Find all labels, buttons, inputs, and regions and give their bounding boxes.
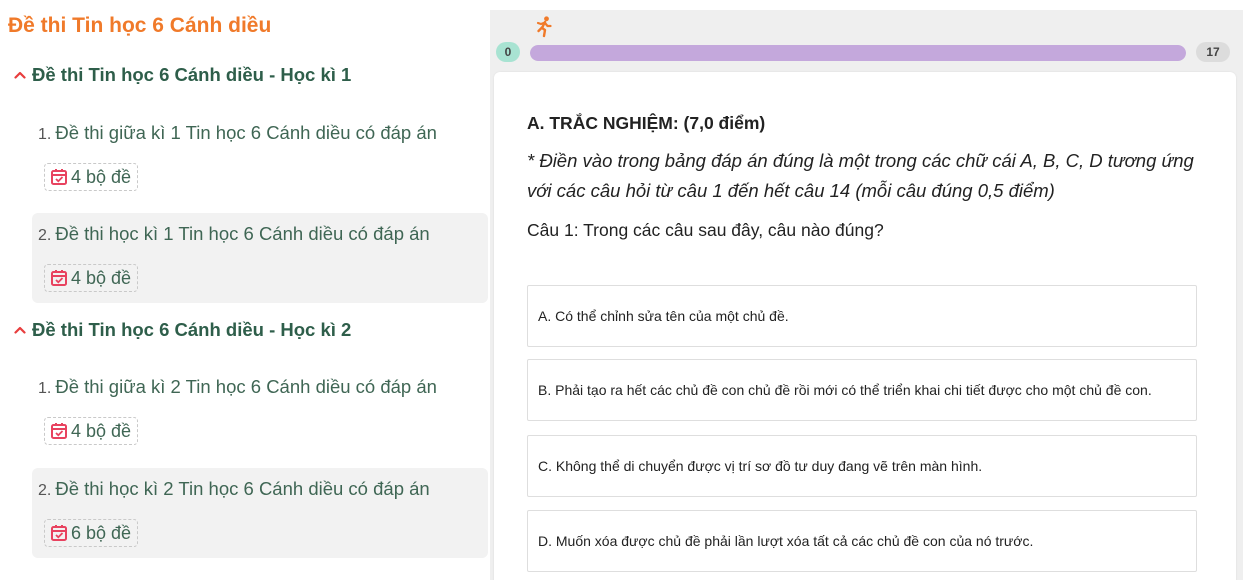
item-title: Đề thi học kì 1 Tin học 6 Cánh diều có đ… xyxy=(55,223,430,244)
page-title: Đề thi Tin học 6 Cánh diều xyxy=(8,14,272,37)
badge-label: 4 bộ đề xyxy=(71,166,132,187)
item-number: 2. xyxy=(38,482,52,499)
caret-up-icon[interactable] xyxy=(14,326,26,334)
calendar-check-icon xyxy=(51,423,67,439)
item-number: 1. xyxy=(38,380,52,397)
answer-option-a[interactable]: A. Có thể chỉnh sửa tên của một chủ đề. xyxy=(527,285,1197,347)
item-title: Đề thi học kì 2 Tin học 6 Cánh diều có đ… xyxy=(55,478,430,499)
exam-link[interactable]: 1. Đề thi giữa kì 1 Tin học 6 Cánh diều c… xyxy=(38,122,437,144)
progress-bar xyxy=(530,45,1186,61)
exam-link[interactable]: 2. Đề thi học kì 2 Tin học 6 Cánh diều có… xyxy=(38,478,430,500)
section-hk1-header[interactable]: Đề thi Tin học 6 Cánh diều - Học kì 1 xyxy=(14,64,351,86)
quiz-panel: 0 17 A. TRẮC NGHIỆM: (7,0 điểm) * Điền v… xyxy=(490,10,1243,580)
progress-start-badge: 0 xyxy=(496,42,520,62)
section-title: Đề thi Tin học 6 Cánh diều - Học kì 1 xyxy=(32,64,352,85)
exam-list-panel: Đề thi Tin học 6 Cánh diều Đề thi Tin họ… xyxy=(0,0,490,580)
caret-up-icon[interactable] xyxy=(14,71,26,79)
item-title: Đề thi giữa kì 1 Tin học 6 Cánh diều có … xyxy=(55,122,437,143)
badge-label: 6 bộ đề xyxy=(71,522,132,543)
list-item[interactable]: 1. Đề thi giữa kì 2 Tin học 6 Cánh diều c… xyxy=(32,366,488,456)
question-text: Câu 1: Trong các câu sau đây, câu nào đú… xyxy=(527,220,884,240)
exam-link[interactable]: 2. Đề thi học kì 1 Tin học 6 Cánh diều có… xyxy=(38,223,430,245)
instruction-text: * Điền vào trong bảng đáp án đúng là một… xyxy=(527,150,1194,201)
answer-option-d[interactable]: D. Muốn xóa được chủ đề phải lần lượt xó… xyxy=(527,510,1197,572)
list-item[interactable]: 2. Đề thi học kì 1 Tin học 6 Cánh diều có… xyxy=(32,213,488,303)
running-person-icon xyxy=(534,16,554,43)
exam-count-badge[interactable]: 6 bộ đề xyxy=(44,519,139,547)
badge-label: 4 bộ đề xyxy=(71,267,132,288)
section-hk2-header[interactable]: Đề thi Tin học 6 Cánh diều - Học kì 2 xyxy=(14,319,351,341)
item-title: Đề thi giữa kì 2 Tin học 6 Cánh diều có … xyxy=(55,376,437,397)
list-item[interactable]: 2. Đề thi học kì 2 Tin học 6 Cánh diều có… xyxy=(32,468,488,558)
progress-end-badge: 17 xyxy=(1196,42,1230,62)
item-number: 2. xyxy=(38,227,52,244)
answer-option-b[interactable]: B. Phải tạo ra hết các chủ đề con chủ đề… xyxy=(527,359,1197,421)
section-title: Đề thi Tin học 6 Cánh diều - Học kì 2 xyxy=(32,319,352,340)
section-heading: A. TRẮC NGHIỆM: (7,0 điểm) xyxy=(527,113,766,133)
exam-count-badge[interactable]: 4 bộ đề xyxy=(44,264,139,292)
calendar-check-icon xyxy=(51,270,67,286)
calendar-check-icon xyxy=(51,169,67,185)
badge-label: 4 bộ đề xyxy=(71,420,132,441)
exam-count-badge[interactable]: 4 bộ đề xyxy=(44,417,139,445)
item-number: 1. xyxy=(38,126,52,143)
question-card: A. TRẮC NGHIỆM: (7,0 điểm) * Điền vào tr… xyxy=(494,72,1236,580)
answer-option-c[interactable]: C. Không thể di chuyển được vị trí sơ đồ… xyxy=(527,435,1197,497)
progress-bar-fill xyxy=(530,45,1186,61)
list-item[interactable]: 1. Đề thi giữa kì 1 Tin học 6 Cánh diều c… xyxy=(32,112,488,202)
exam-link[interactable]: 1. Đề thi giữa kì 2 Tin học 6 Cánh diều c… xyxy=(38,376,437,398)
calendar-check-icon xyxy=(51,525,67,541)
exam-count-badge[interactable]: 4 bộ đề xyxy=(44,163,139,191)
